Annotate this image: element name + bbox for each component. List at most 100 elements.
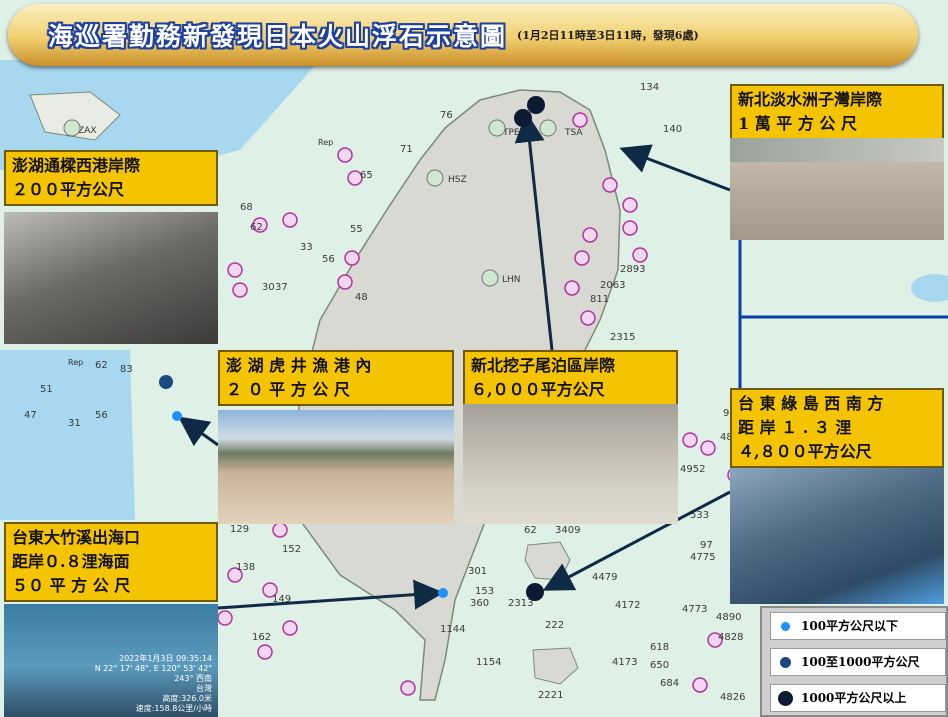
site-label-danshui: 新北淡水洲子灣岸際 1 萬 平 方 公 尺 (730, 84, 944, 140)
legend-label: 1000平方公尺以上 (801, 691, 907, 705)
light-buoy-icon (282, 620, 298, 636)
light-buoy-icon (400, 680, 416, 696)
depth-sounding: 2063 (600, 280, 625, 291)
depth-sounding: 83 (120, 364, 133, 375)
legend-dot-icon (780, 657, 791, 668)
legend-item-small: 100平方公尺以下 (770, 612, 946, 640)
light-buoy-icon (337, 274, 353, 290)
light-buoy-icon (632, 247, 648, 263)
depth-sounding: 4173 (612, 657, 637, 668)
depth-sounding: 33 (300, 242, 313, 253)
light-buoy-icon (272, 522, 288, 538)
site-marker-danshui (527, 96, 545, 114)
site-label-hujing: 澎 湖 虎 井 漁 港 內 ２ ０ 平 方 公 尺 (218, 350, 454, 406)
light-buoy-icon (227, 262, 243, 278)
photo-horizon (730, 138, 944, 162)
legend-item-large: 1000平方公尺以上 (770, 684, 946, 712)
depth-sounding: 2893 (620, 264, 645, 275)
light-buoy-icon (282, 212, 298, 228)
airport-icon (488, 119, 506, 137)
light-buoy-icon (564, 280, 580, 296)
caption-line: 高度:326.0米 (162, 694, 212, 703)
depth-sounding: 4172 (615, 600, 640, 611)
light-buoy-icon (217, 610, 233, 626)
depth-sounding: 65 (360, 170, 373, 181)
site-label-greenisland: 台 東 綠 島 西 南 方 距 岸 １ . ３ 浬 ４,８００平方公尺 (730, 388, 944, 468)
light-buoy-icon (344, 250, 360, 266)
legend-label: 100平方公尺以下 (801, 619, 899, 633)
depth-sounding: 650 (650, 660, 669, 671)
depth-sounding: 4828 (718, 632, 743, 643)
site-marker-dazhu (438, 588, 448, 598)
page-title: 海巡署勤務新發現日本火山浮石示意圖 (48, 22, 508, 51)
legend-label: 100至1000平方公尺 (801, 655, 920, 669)
depth-sounding: 134 (640, 82, 659, 93)
page-subtitle: (1月2日11時至3日11時，發現6處) (517, 29, 699, 42)
depth-sounding: 2313 (508, 598, 533, 609)
depth-sounding: 37 (275, 282, 288, 293)
depth-sounding: 31 (68, 418, 81, 429)
site-label-wazihwei: 新北挖子尾泊區岸際 ６,０００平方公尺 (463, 350, 678, 406)
depth-sounding: 68 (240, 202, 253, 213)
depth-sounding: 48 (355, 292, 368, 303)
airport-icon (539, 119, 557, 137)
depth-sounding: 360 (470, 598, 489, 609)
label-lhn: LHN (502, 275, 521, 285)
depth-sounding: 618 (650, 642, 669, 653)
depth-sounding: 1144 (440, 624, 465, 635)
label-zax: ZAX (78, 126, 97, 136)
depth-sounding: 30 (262, 282, 275, 293)
depth-sounding: 56 (95, 410, 108, 421)
depth-sounding: 140 (663, 124, 682, 135)
legend-dot-icon (778, 691, 793, 706)
legend-dot-icon (781, 622, 790, 631)
caption-line: N 22° 17' 48", E 120° 53' 42" (94, 664, 212, 673)
depth-sounding: 47 (24, 410, 37, 421)
site-label-tongliang: 澎湖通樑西港岸際 ２００平方公尺 (4, 150, 218, 206)
label-hsz: HSZ (448, 175, 467, 185)
depth-sounding: 684 (660, 678, 679, 689)
shallow-water-west (0, 350, 135, 520)
depth-sounding: 4479 (592, 572, 617, 583)
depth-sounding: 4775 (690, 552, 715, 563)
map-stage: 134 140 76 71 65 55 48 33 56 37 30 62 51 47 31 83 62 68 56… (0, 0, 948, 717)
depth-sounding: 56 (322, 254, 335, 265)
photo-hujing (218, 410, 454, 524)
depth-sounding: 62 (95, 360, 108, 371)
light-buoy-icon (572, 112, 588, 128)
light-buoy-icon (337, 147, 353, 163)
depth-sounding: 4773 (682, 604, 707, 615)
depth-sounding: 71 (400, 144, 413, 155)
photo-wazihwei (463, 404, 678, 524)
depth-sounding: 129 (230, 524, 249, 535)
label-rep-2: Rep (68, 358, 83, 367)
site-marker-hujing (172, 411, 182, 421)
light-buoy-icon (602, 177, 618, 193)
light-buoy-icon (257, 644, 273, 660)
depth-sounding: 2315 (610, 332, 635, 343)
light-buoy-icon (232, 282, 248, 298)
depth-sounding: 153 (475, 586, 494, 597)
depth-sounding: 162 (252, 632, 271, 643)
light-buoy-icon (622, 197, 638, 213)
site-marker-tongliang (159, 375, 173, 389)
depth-sounding: 4890 (716, 612, 741, 623)
airport-icon (481, 269, 499, 287)
light-buoy-icon (582, 227, 598, 243)
depth-sounding: 2221 (538, 690, 563, 701)
depth-sounding: 55 (350, 224, 363, 235)
depth-sounding: 152 (282, 544, 301, 555)
light-buoy-icon (692, 677, 708, 693)
caption-line: 243° 西南 (174, 674, 212, 683)
depth-sounding: 97 (700, 540, 713, 551)
caption-line: 2022年1月3日 09:35:14 (118, 654, 212, 663)
light-buoy-icon (700, 440, 716, 456)
depth-sounding: 3409 (555, 525, 580, 536)
depth-sounding: 138 (236, 562, 255, 573)
photo-danshui (730, 138, 944, 240)
depth-sounding: 51 (40, 384, 53, 395)
depth-sounding: 1154 (476, 657, 501, 668)
site-marker-wazihwei (514, 109, 532, 127)
site-marker-greenisland (526, 583, 544, 601)
depth-sounding: 301 (468, 566, 487, 577)
